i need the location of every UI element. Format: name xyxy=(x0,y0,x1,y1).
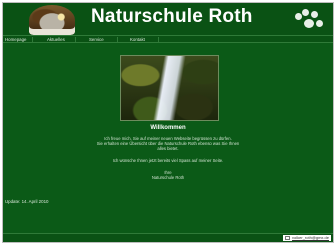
nav-divider xyxy=(75,37,76,42)
email-link[interactable]: volker_roth@gmx.de xyxy=(283,235,331,241)
page-frame: Naturschule Roth Homepage Aktuelles Serv… xyxy=(2,2,334,243)
signature-text: Naturschule Roth xyxy=(151,175,185,180)
waterfall-photo xyxy=(120,55,219,121)
nav-item-service[interactable]: Service xyxy=(89,36,104,43)
update-date: Update: 14. April 2010 xyxy=(5,199,49,204)
site-title: Naturschule Roth xyxy=(91,6,253,27)
nav-item-aktuelles[interactable]: Aktuelles xyxy=(47,36,65,43)
nav-item-kontakt[interactable]: Kontakt xyxy=(130,36,145,43)
site-footer: volker_roth@gmx.de xyxy=(3,233,333,242)
nav-divider xyxy=(32,37,33,42)
main-nav: Homepage Aktuelles Service Kontakt xyxy=(3,35,333,43)
nav-item-homepage[interactable]: Homepage xyxy=(5,36,26,43)
welcome-heading: Willkommen xyxy=(150,125,186,131)
wish-text: Ich wünsche Ihnen jetzt bereits viel Spa… xyxy=(112,158,224,163)
email-text: volker_roth@gmx.de xyxy=(292,235,329,240)
paw-print-icon xyxy=(295,9,325,29)
eagle-icon xyxy=(29,5,75,35)
site-header: Naturschule Roth xyxy=(3,3,333,35)
intro-text-line: alles bietet. xyxy=(157,146,179,151)
nav-divider xyxy=(117,37,118,42)
mail-icon xyxy=(285,236,291,240)
nav-divider xyxy=(158,37,159,42)
